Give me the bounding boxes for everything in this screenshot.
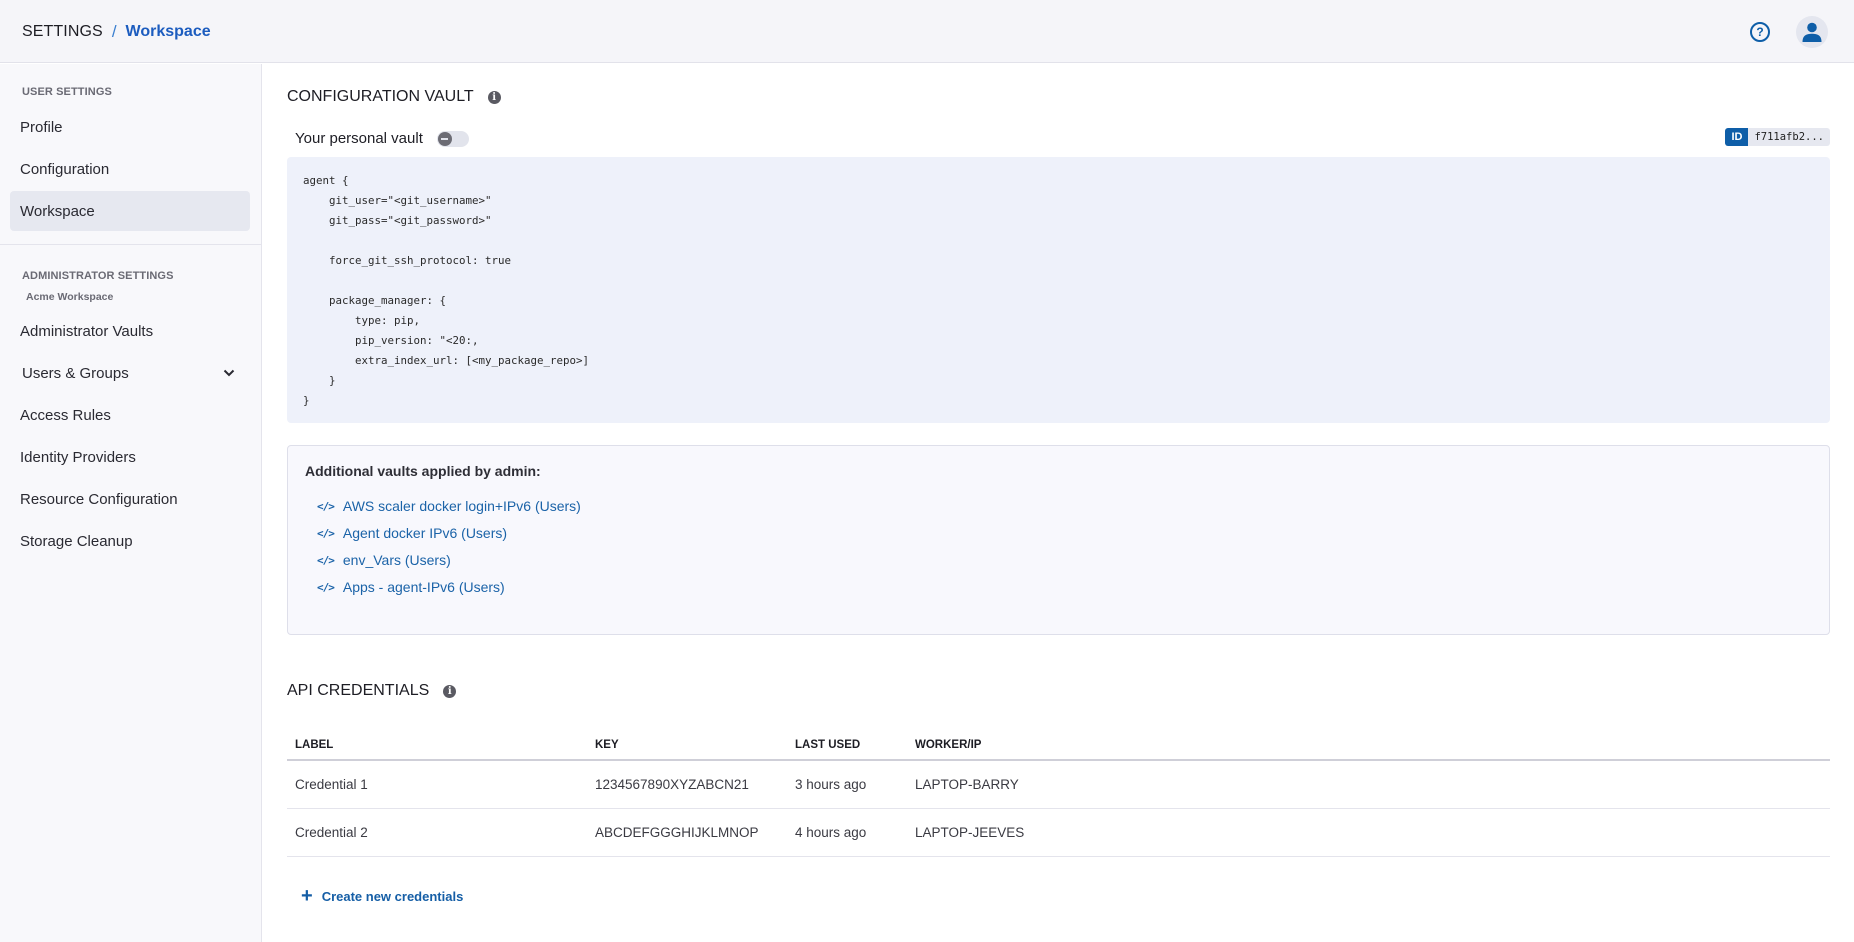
credential-last-used: 4 hours ago — [787, 808, 907, 857]
column-header-label[interactable]: LABEL — [287, 730, 587, 761]
sidebar-item-storage-cleanup[interactable]: Storage Cleanup — [10, 521, 250, 561]
sidebar-item-workspace[interactable]: Workspace — [10, 191, 250, 231]
vault-link-label: env_Vars (Users) — [342, 552, 451, 568]
sidebar-item-label: Users & Groups — [22, 364, 129, 382]
sidebar-item-identity-providers[interactable]: Identity Providers — [10, 437, 250, 477]
credential-label: Credential 1 — [287, 760, 587, 809]
id-value: f711afb2... — [1748, 128, 1830, 146]
vault-id-badge[interactable]: ID f711afb2... — [1725, 128, 1830, 146]
vault-link[interactable]: </> env_Vars (Users) — [317, 552, 451, 568]
sidebar-item-label: Profile — [20, 118, 63, 136]
vault-code-editor[interactable]: agent { git_user="<git_username>" git_pa… — [287, 157, 1830, 423]
vault-link-label: Apps - agent-IPv6 (Users) — [342, 579, 505, 595]
sidebar-item-profile[interactable]: Profile — [10, 107, 250, 147]
sidebar-item-label: Administrator Vaults — [20, 322, 154, 340]
sidebar-item-label: Workspace — [20, 202, 95, 220]
column-header-worker-ip[interactable]: WORKER/IP — [907, 730, 1830, 761]
vault-link[interactable]: </> Agent docker IPv6 (Users) — [317, 525, 507, 541]
sidebar: USER SETTINGS Profile Configuration Work… — [0, 64, 262, 942]
api-credentials-title: API CREDENTIALS — [287, 682, 430, 699]
credential-worker: LAPTOP-JEEVES — [907, 808, 1830, 857]
vault-link[interactable]: </> AWS scaler docker login+IPv6 (Users) — [317, 498, 581, 514]
user-settings-title: USER SETTINGS — [22, 86, 112, 98]
plus-icon: + — [301, 885, 313, 907]
vault-link[interactable]: </> Apps - agent-IPv6 (Users) — [317, 579, 505, 595]
sidebar-item-label: Configuration — [20, 160, 110, 178]
table-header-row: LABEL KEY LAST USED WORKER/IP — [287, 730, 1830, 761]
code-icon: </> — [317, 580, 335, 594]
code-icon: </> — [317, 499, 335, 513]
config-vault-heading: CONFIGURATION VAULT i — [287, 88, 501, 106]
personal-vault-row: Your personal vault — [295, 130, 469, 147]
sidebar-item-label: Identity Providers — [20, 448, 136, 466]
chevron-down-icon[interactable] — [222, 366, 236, 380]
credentials-table: LABEL KEY LAST USED WORKER/IP Credential… — [287, 730, 1830, 857]
id-tag: ID — [1725, 128, 1749, 146]
credential-worker: LAPTOP-BARRY — [907, 760, 1830, 809]
sidebar-divider — [0, 244, 261, 245]
table-row[interactable]: Credential 2 ABCDEFGGGHIJKLMNOP 4 hours … — [287, 808, 1830, 857]
additional-vaults-title: Additional vaults applied by admin: — [305, 463, 541, 479]
user-icon — [1802, 22, 1822, 42]
sidebar-item-administrator-vaults[interactable]: Administrator Vaults — [10, 311, 250, 351]
avatar[interactable] — [1796, 16, 1828, 48]
table-row[interactable]: Credential 1 1234567890XYZABCN21 3 hours… — [287, 760, 1830, 809]
additional-vaults-panel: Additional vaults applied by admin: </> … — [287, 445, 1830, 635]
code-icon: </> — [317, 553, 335, 567]
sidebar-item-label: Access Rules — [20, 406, 111, 424]
help-icon[interactable]: ? — [1750, 22, 1770, 42]
sidebar-item-label: Resource Configuration — [20, 490, 178, 508]
sidebar-item-configuration[interactable]: Configuration — [10, 149, 250, 189]
breadcrumb-separator: / — [111, 22, 117, 41]
admin-settings-title: ADMINISTRATOR SETTINGS — [22, 270, 174, 282]
breadcrumb: SETTINGS / Workspace — [22, 22, 211, 42]
personal-vault-label: Your personal vault — [295, 130, 423, 147]
toggle-knob — [437, 131, 452, 146]
create-credentials-button[interactable]: + Create new credentials — [301, 885, 464, 907]
vault-link-label: AWS scaler docker login+IPv6 (Users) — [342, 498, 581, 514]
sidebar-item-label: Storage Cleanup — [20, 532, 133, 550]
sidebar-item-resource-configuration[interactable]: Resource Configuration — [10, 479, 250, 519]
api-credentials-heading: API CREDENTIALS i — [287, 682, 457, 700]
info-icon[interactable]: i — [487, 90, 501, 104]
breadcrumb-root[interactable]: SETTINGS — [22, 23, 103, 41]
create-credentials-label: Create new credentials — [321, 888, 464, 904]
breadcrumb-current: Workspace — [125, 23, 211, 40]
info-icon[interactable]: i — [443, 684, 457, 698]
config-vault-title: CONFIGURATION VAULT — [287, 88, 474, 105]
vault-code: agent { git_user="<git_username>" git_pa… — [303, 174, 590, 407]
credential-last-used: 3 hours ago — [787, 760, 907, 809]
column-header-key[interactable]: KEY — [587, 730, 787, 761]
credential-label: Credential 2 — [287, 808, 587, 857]
vault-link-label: Agent docker IPv6 (Users) — [342, 525, 508, 541]
credential-key: 1234567890XYZABCN21 — [587, 760, 787, 809]
personal-vault-toggle[interactable] — [436, 130, 469, 147]
sidebar-item-access-rules[interactable]: Access Rules — [10, 395, 250, 435]
admin-workspace-name: Acme Workspace — [26, 291, 114, 303]
column-header-last-used[interactable]: LAST USED — [787, 730, 907, 761]
credential-key: ABCDEFGGGHIJKLMNOP — [587, 808, 787, 857]
code-icon: </> — [317, 526, 335, 540]
top-header: SETTINGS / Workspace ? — [0, 0, 1854, 63]
sidebar-item-users-groups[interactable]: Users & Groups — [10, 353, 250, 393]
